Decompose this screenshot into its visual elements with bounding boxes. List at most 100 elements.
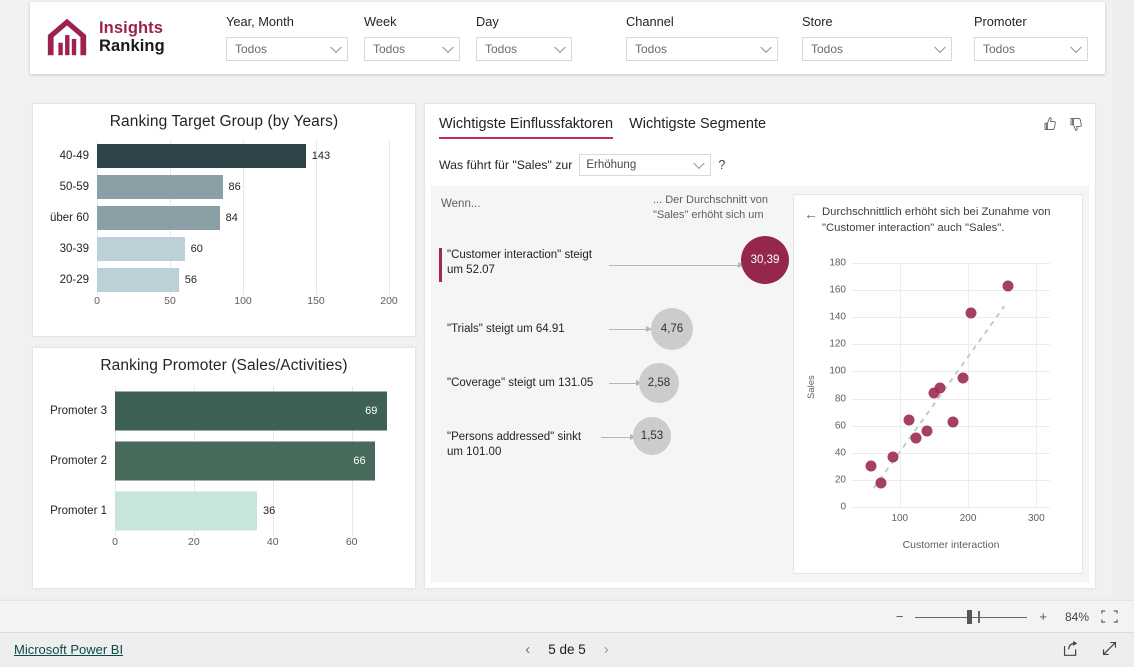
bar-row[interactable]: Promoter 3 69 — [43, 386, 405, 436]
axis-tick-label: 0 — [112, 536, 118, 548]
bar[interactable] — [97, 143, 306, 168]
axis-tick-label: 50 — [164, 295, 176, 307]
bar-chart-promoter: Promoter 3 69 Promoter 2 66 Promoter 1 36 0 20 4… — [43, 386, 405, 552]
influencer-row[interactable]: "Coverage" steigt um 131.05 2,58 — [431, 363, 787, 428]
zoom-slider-thumb[interactable] — [966, 609, 972, 624]
influencer-bubble[interactable]: 4,76 — [651, 308, 693, 350]
scatter-point[interactable] — [875, 477, 887, 489]
y-axis-tick-label: 0 — [840, 501, 846, 513]
zoom-out-button[interactable]: − — [896, 609, 904, 624]
zoom-slider[interactable] — [915, 609, 1028, 624]
slicer-dropdown[interactable]: Todos — [476, 37, 572, 61]
slicer-dropdown[interactable]: Todos — [364, 37, 460, 61]
visual-ranking-promoter[interactable]: Ranking Promoter (Sales/Activities) Prom… — [33, 348, 415, 588]
tab-wichtigste-einflussfaktoren[interactable]: Wichtigste Einflussfaktoren — [439, 116, 614, 139]
y-axis-tick-label: 20 — [834, 474, 846, 486]
thumbs-up-icon[interactable] — [1041, 116, 1057, 132]
bar-value-label: 143 — [311, 149, 331, 162]
slicer-value: Todos — [983, 42, 1016, 56]
help-icon[interactable]: ? — [718, 158, 725, 172]
bar[interactable] — [97, 205, 220, 230]
bar-value-label: 56 — [184, 273, 197, 286]
slicer-label: Day — [476, 14, 499, 29]
influencer-row[interactable]: "Persons addressed" sinkt um 101.00 1,53 — [431, 417, 787, 482]
bar-category-label: 40-49 — [59, 149, 89, 162]
x-axis: 0 20 40 60 — [112, 536, 399, 552]
influencers-list: Wenn... ... Der Durchschnitt von "Sales"… — [431, 186, 789, 582]
slicer-dropdown[interactable]: Todos — [974, 37, 1088, 61]
bar-track: 56 — [97, 264, 405, 295]
influencer-arrow — [601, 434, 636, 440]
influencer-row[interactable]: "Customer interaction" steigt um 52.07 3… — [431, 236, 789, 308]
slicer-value: Todos — [635, 42, 668, 56]
scatter-point[interactable] — [934, 382, 946, 394]
influencer-row[interactable]: "Trials" steigt um 64.91 4,76 — [431, 308, 787, 374]
scatter-point[interactable] — [903, 414, 915, 426]
arrow-left-icon[interactable]: ← — [804, 207, 818, 221]
thumbs-down-icon[interactable] — [1067, 116, 1083, 132]
scatter-point[interactable] — [1002, 280, 1014, 292]
bar-row[interactable]: 50-59 86 — [43, 171, 405, 202]
chevron-right-icon[interactable]: › — [604, 641, 609, 658]
influencer-bubble[interactable]: 1,53 — [633, 417, 671, 455]
bar-row[interactable]: Promoter 1 36 — [43, 486, 405, 536]
visual-title: Ranking Target Group (by Years) — [109, 113, 339, 130]
chevron-left-icon[interactable]: ‹ — [525, 641, 530, 658]
y-axis-tick-label: 140 — [829, 311, 846, 323]
influencer-arrow — [609, 326, 652, 332]
chevron-down-icon — [1070, 41, 1082, 54]
y-axis-tick-label: 100 — [829, 365, 846, 377]
scatter-point[interactable] — [887, 451, 899, 463]
slicer-channel: Channel Todos — [626, 14, 778, 61]
scatter-point[interactable] — [921, 425, 933, 437]
bar[interactable] — [97, 174, 223, 199]
slicer-year-month: Year, Month Todos — [226, 14, 348, 61]
axis-tick-label: 100 — [234, 295, 252, 307]
bar[interactable] — [97, 236, 185, 261]
plot-area: 0 20 40 60 80 100 120 140 160 180 100 200 300 — [829, 258, 1050, 524]
bar-row[interactable]: 30-39 60 — [43, 233, 405, 264]
share-icon[interactable] — [1062, 640, 1079, 657]
scatter-point[interactable] — [957, 372, 969, 384]
power-bi-link[interactable]: Microsoft Power BI — [14, 642, 123, 657]
slicer-week: Week Todos — [364, 14, 460, 61]
visual-key-influencers[interactable]: Wichtigste Einflussfaktoren Wichtigste S… — [425, 104, 1095, 588]
zoom-in-button[interactable]: + — [1039, 609, 1047, 624]
slicer-dropdown[interactable]: Todos — [226, 37, 348, 61]
bar-row[interactable]: über 60 84 — [43, 202, 405, 233]
fit-to-page-icon[interactable] — [1101, 610, 1118, 623]
slicer-dropdown[interactable]: Todos — [802, 37, 952, 61]
bar-category-label: über 60 — [49, 211, 89, 224]
influencer-bubble[interactable]: 30,39 — [741, 236, 789, 284]
fullscreen-icon[interactable] — [1101, 640, 1118, 657]
chevron-down-icon — [330, 41, 342, 54]
scatter-point[interactable] — [965, 307, 977, 319]
bar[interactable] — [115, 441, 376, 481]
slicer-dropdown[interactable]: Todos — [626, 37, 778, 61]
brand: Insights Ranking — [44, 14, 165, 60]
key-influencers-body: Wenn... ... Der Durchschnitt von "Sales"… — [431, 186, 1089, 582]
tab-wichtigste-segmente[interactable]: Wichtigste Segmente — [629, 116, 766, 139]
visual-ranking-target-group[interactable]: Ranking Target Group (by Years) 40-49 143… — [33, 104, 415, 336]
key-influencers-tabs: Wichtigste Einflussfaktoren Wichtigste S… — [439, 116, 766, 139]
bar[interactable] — [115, 391, 388, 431]
brand-title: Insights — [99, 18, 164, 37]
bar[interactable] — [97, 267, 179, 292]
bar-row[interactable]: 40-49 143 — [43, 140, 405, 171]
question-analysis-type-dropdown[interactable]: Erhöhung — [579, 154, 712, 176]
bar-row[interactable]: Promoter 2 66 — [43, 436, 405, 486]
x-axis-label: Customer interaction — [902, 539, 1000, 551]
bar-track: 66 — [115, 436, 405, 486]
bar-value-label: 36 — [263, 505, 276, 517]
slicer-label: Year, Month — [226, 14, 294, 29]
influencer-label: "Coverage" steigt um 131.05 — [447, 377, 594, 389]
x-axis-tick-label: 100 — [891, 513, 909, 524]
slicer-value: Todos — [811, 42, 844, 56]
scatter-point[interactable] — [865, 460, 877, 472]
bar[interactable] — [115, 491, 257, 531]
bar-row[interactable]: 20-29 56 — [43, 264, 405, 295]
scatter-point[interactable] — [947, 416, 959, 428]
y-axis-tick-label: 60 — [834, 420, 846, 432]
influencer-bubble[interactable]: 2,58 — [639, 363, 679, 403]
scatter-point[interactable] — [910, 432, 922, 444]
